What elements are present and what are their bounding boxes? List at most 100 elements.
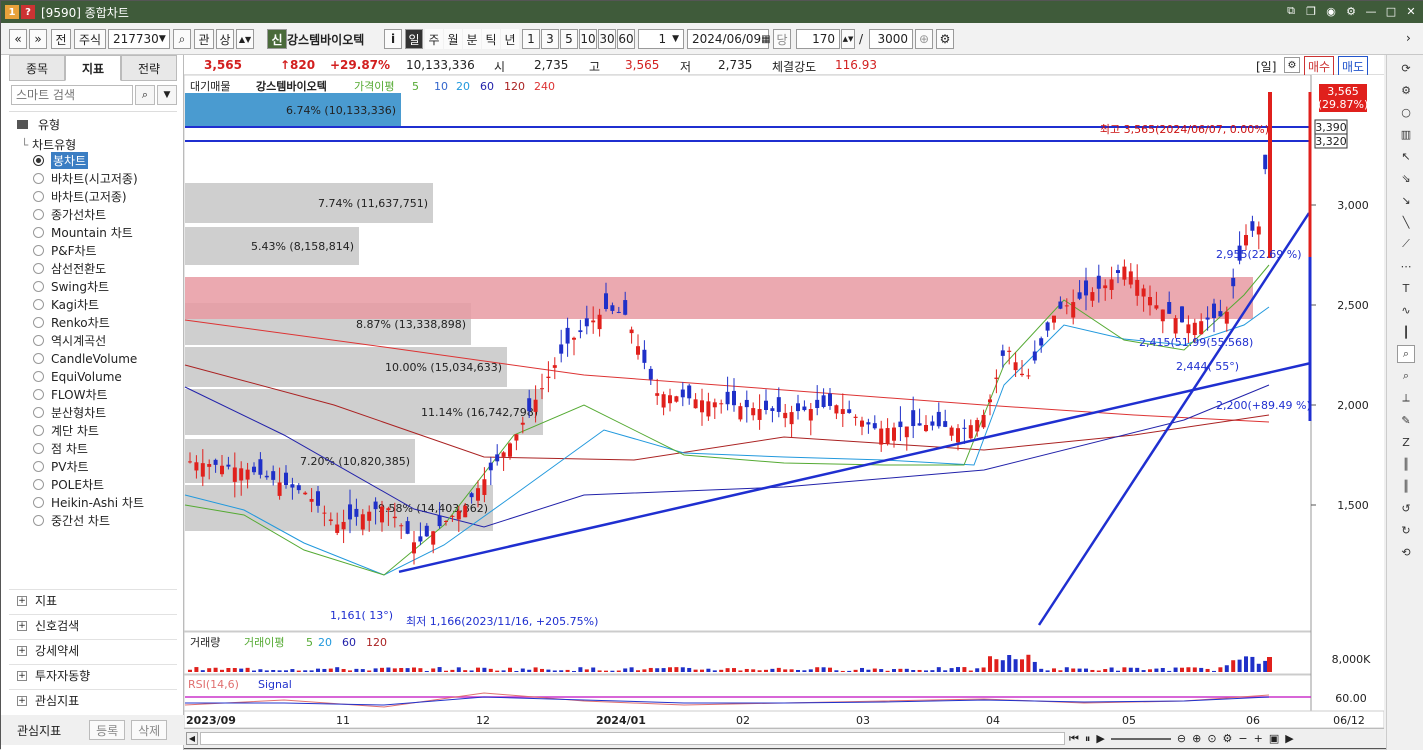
expand-icon[interactable]: + [17, 595, 27, 606]
chart-type-item[interactable]: Kagi차트 [33, 296, 99, 313]
scroll-left-icon[interactable]: ◀ [186, 732, 198, 745]
scroll-track[interactable] [200, 732, 1065, 745]
radio-icon[interactable] [33, 155, 44, 166]
scroll-right-icon[interactable]: ▶ [1285, 732, 1293, 745]
expand-icon[interactable]: + [17, 645, 27, 656]
indicator-group-0[interactable]: + 지표 [9, 589, 177, 611]
radio-icon[interactable] [33, 173, 44, 184]
radio-icon[interactable] [33, 461, 44, 472]
indicator-group-2[interactable]: + 강세약세 [9, 639, 177, 661]
interval-30-button[interactable]: 30 [598, 29, 616, 49]
interval-60-button[interactable]: 60 [617, 29, 635, 49]
tab-stocks[interactable]: 종목 [9, 55, 65, 81]
chevron-down-icon[interactable]: ▼ [157, 85, 177, 105]
link-icon[interactable]: ⧉ [1284, 4, 1298, 18]
interval-10-button[interactable]: 10 [579, 29, 597, 49]
total-input[interactable]: 3000 [869, 29, 913, 49]
sell-button[interactable]: 매도 [1338, 56, 1369, 77]
window-number-badge[interactable]: 1 [5, 5, 19, 19]
measure-icon[interactable]: ⟂ [1397, 389, 1415, 407]
circle-icon[interactable]: ○ [1397, 103, 1415, 121]
radio-icon[interactable] [33, 191, 44, 202]
chart-type-item[interactable]: P&F차트 [33, 242, 97, 259]
chart-type-item[interactable]: 계단 차트 [33, 422, 99, 439]
settings-icon[interactable]: ⚙ [1223, 732, 1233, 745]
target-icon[interactable]: ⊙ [1207, 732, 1216, 745]
pause-icon[interactable]: ⏸ [1085, 732, 1091, 746]
settings-icon[interactable]: ⚙ [1344, 4, 1358, 18]
chart-type-item[interactable]: PV차트 [33, 458, 89, 475]
radio-icon[interactable] [33, 371, 44, 382]
search-icon[interactable]: ⌕ [135, 85, 155, 105]
tab-indicators[interactable]: 지표 [65, 55, 121, 81]
search-icon[interactable]: ⌕ [173, 29, 191, 49]
asset-type-button[interactable]: 주식 [74, 29, 106, 49]
radio-icon[interactable] [33, 263, 44, 274]
gear-icon[interactable]: ⚙ [936, 29, 954, 49]
minus-icon[interactable]: − [1238, 732, 1247, 745]
radio-icon[interactable] [33, 245, 44, 256]
plus-icon[interactable]: + [1254, 732, 1263, 745]
bar-chart-icon[interactable]: ▥ [1397, 125, 1415, 143]
draw-icon[interactable]: ✎ [1397, 411, 1415, 429]
refresh-icon[interactable]: ⟳ [1397, 59, 1415, 77]
smart-search-input[interactable] [11, 85, 133, 105]
chart-type-item[interactable]: CandleVolume [33, 350, 137, 367]
gwan-button[interactable]: 관 [194, 29, 214, 49]
info-button[interactable]: i [384, 29, 402, 49]
radio-icon[interactable] [33, 353, 44, 364]
chevron-down-icon[interactable]: ▼ [672, 34, 679, 44]
nav-next-button[interactable]: » [29, 29, 47, 49]
indicator-group-3[interactable]: + 투자자동향 [9, 664, 177, 686]
radio-icon[interactable] [33, 317, 44, 328]
nav-prev-button[interactable]: « [9, 29, 27, 49]
copy-icon[interactable]: ❐ [1304, 4, 1318, 18]
expand-icon[interactable]: + [17, 695, 27, 706]
radio-icon[interactable] [33, 425, 44, 436]
sang-button[interactable]: 상 [216, 29, 234, 49]
period-minute-tab[interactable]: 분 [463, 29, 481, 49]
period-week-tab[interactable]: 주 [425, 29, 443, 49]
register-button[interactable]: 등록 [89, 720, 126, 740]
chart-type-item[interactable]: POLE차트 [33, 476, 104, 493]
zoom-in-icon[interactable]: ⊕ [1192, 732, 1201, 745]
radio-icon[interactable] [33, 479, 44, 490]
radio-icon[interactable] [33, 407, 44, 418]
zoom-out-icon[interactable]: ⊖ [1177, 732, 1186, 745]
zoom-icon[interactable]: ⌕ [1397, 345, 1415, 363]
chart-type-item[interactable]: FLOW차트 [33, 386, 108, 403]
bars-icon[interactable]: ║ [1397, 455, 1415, 473]
pointer-icon[interactable]: ↘ [1397, 191, 1415, 209]
camera-icon[interactable]: ◉ [1324, 4, 1338, 18]
radio-icon[interactable] [33, 335, 44, 346]
chart-type-item[interactable]: 중간선 차트 [33, 512, 110, 529]
trendline-icon[interactable]: ⟋ [1397, 235, 1415, 253]
chart-type-item[interactable]: Renko차트 [33, 314, 110, 331]
bottom-scroll-bar[interactable]: ◀ ⏮ ⏸ ▶ ⊖ ⊕ ⊙ ⚙ − + ▣ ▶ [184, 728, 1384, 748]
tab-strategy[interactable]: 전략 [121, 55, 177, 81]
radio-icon[interactable] [33, 299, 44, 310]
gear-icon[interactable]: ⚙ [1284, 57, 1300, 73]
chart-type-item[interactable]: 바차트(고저종) [33, 188, 127, 205]
chart-type-item[interactable]: 역시계곡선 [33, 332, 106, 349]
chevron-right-icon[interactable]: › [1406, 31, 1411, 45]
expand-icon[interactable]: + [17, 620, 27, 631]
dang-button[interactable]: 당 [773, 29, 791, 49]
text-tool-icon[interactable]: T [1397, 279, 1415, 297]
magnify-icon[interactable]: ⌕ [1397, 367, 1415, 385]
interval-select[interactable]: 1 ▼ [638, 29, 684, 49]
tree-group-type[interactable]: 유형 [17, 116, 60, 133]
delete-button[interactable]: 삭제 [131, 720, 168, 740]
radio-icon[interactable] [33, 443, 44, 454]
count-input[interactable]: 170 [796, 29, 840, 49]
stepper-icon[interactable]: ▲▼ [236, 29, 254, 49]
radio-icon[interactable] [33, 281, 44, 292]
tree-subgroup[interactable]: └ 차트유형 [21, 136, 76, 153]
arrow-tool-icon[interactable]: ⇘ [1397, 169, 1415, 187]
radio-icon[interactable] [33, 497, 44, 508]
expand-icon[interactable]: + [17, 670, 27, 681]
period-day-tab[interactable]: 일 [405, 29, 423, 49]
interval-3-button[interactable]: 3 [541, 29, 559, 49]
speed-slider[interactable] [1110, 737, 1171, 740]
auto-tool-icon[interactable]: ⋯ [1397, 257, 1415, 275]
